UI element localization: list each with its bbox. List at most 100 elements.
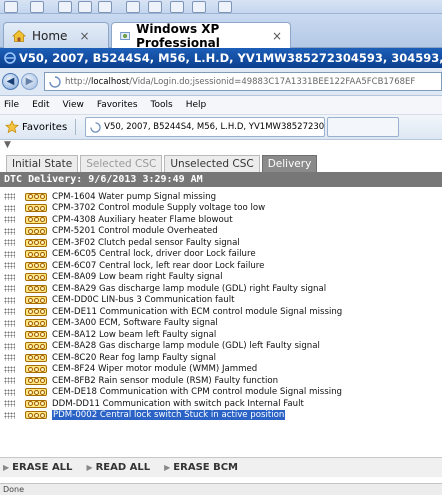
drag-handle-icon[interactable] bbox=[4, 411, 15, 419]
dtc-row[interactable]: CPM-1604 Water pump Signal missing bbox=[0, 191, 442, 203]
back-arrow-icon: ◀ bbox=[6, 76, 15, 87]
dtc-text: PDM-0002 Central lock switch Stuck in ac… bbox=[52, 410, 286, 421]
chevron-down-icon[interactable]: ▼ bbox=[4, 140, 11, 150]
web-page-icon bbox=[120, 31, 130, 40]
menu-view[interactable]: View bbox=[63, 100, 84, 110]
tab-selected-csc[interactable]: Selected CSC bbox=[80, 155, 163, 172]
toolbar-button[interactable] bbox=[30, 1, 44, 13]
dtc-text: CEM-8A29 Gas discharge lamp module (GDL)… bbox=[52, 283, 327, 294]
dtc-status-icon bbox=[25, 365, 47, 374]
arrow-right-icon: ▶ bbox=[86, 463, 93, 472]
dtc-status-icon bbox=[25, 342, 47, 351]
dtc-row[interactable]: CEM-8F24 Wiper motor module (WMM) Jammed bbox=[0, 364, 442, 376]
toolbar-button[interactable] bbox=[58, 1, 72, 13]
drag-handle-icon[interactable] bbox=[4, 204, 15, 212]
dtc-row[interactable]: CEM-DD0C LIN-bus 3 Communication fault bbox=[0, 295, 442, 307]
tab-home[interactable]: Home × bbox=[3, 22, 109, 48]
drag-handle-icon[interactable] bbox=[4, 377, 15, 385]
dtc-text: CPM-1604 Water pump Signal missing bbox=[52, 191, 217, 202]
dtc-text: CPM-4308 Auxiliary heater Flame blowout bbox=[52, 214, 233, 225]
tab-delivery[interactable]: Delivery bbox=[261, 155, 318, 172]
dtc-row[interactable]: CEM-8C20 Rear fog lamp Faulty signal bbox=[0, 352, 442, 364]
forward-button[interactable]: ▶ bbox=[21, 73, 38, 90]
tab-initial-state[interactable]: Initial State bbox=[6, 155, 79, 172]
dtc-row[interactable]: CEM-8A09 Low beam right Faulty signal bbox=[0, 272, 442, 284]
menu-file[interactable]: File bbox=[4, 100, 19, 110]
section-tabs: Initial State Selected CSC Unselected CS… bbox=[0, 155, 442, 172]
close-tab-icon[interactable]: × bbox=[272, 29, 282, 43]
url-path: /Vida/Login.do;jsessionid=49883C17A1331B… bbox=[129, 76, 416, 87]
toolbar-button[interactable] bbox=[4, 1, 18, 13]
read-all-button[interactable]: ▶ READ ALL bbox=[86, 462, 150, 473]
close-tab-icon[interactable]: × bbox=[79, 29, 89, 43]
drag-handle-icon[interactable] bbox=[4, 296, 15, 304]
address-bar: ◀ ▶ http://localhost/Vida/Login.do;jsess… bbox=[0, 68, 442, 96]
dtc-row[interactable]: CEM-DE18 Communication with CPM control … bbox=[0, 387, 442, 399]
drag-handle-icon[interactable] bbox=[4, 365, 15, 373]
forward-arrow-icon: ▶ bbox=[25, 76, 34, 87]
drag-handle-icon[interactable] bbox=[4, 400, 15, 408]
menu-edit[interactable]: Edit bbox=[32, 100, 49, 110]
erase-bcm-button[interactable]: ▶ ERASE BCM bbox=[164, 462, 238, 473]
drag-handle-icon[interactable] bbox=[4, 342, 15, 350]
toolbar-button[interactable] bbox=[78, 1, 92, 13]
favorites-tab-label: V50, 2007, B5244S4, M56, L.H.D, YV1MW385… bbox=[104, 122, 326, 132]
tab-unselected-csc[interactable]: Unselected CSC bbox=[164, 155, 260, 172]
menu-favorites[interactable]: Favorites bbox=[97, 100, 138, 110]
drag-handle-icon[interactable] bbox=[4, 285, 15, 293]
dtc-row[interactable]: CEM-8A28 Gas discharge lamp module (GDL)… bbox=[0, 341, 442, 353]
tab-vida[interactable]: Windows XP Professional × bbox=[111, 22, 291, 50]
dtc-row[interactable]: CPM-4308 Auxiliary heater Flame blowout bbox=[0, 214, 442, 226]
dtc-status-icon bbox=[25, 388, 47, 397]
dtc-row[interactable]: CEM-3F02 Clutch pedal sensor Faulty sign… bbox=[0, 237, 442, 249]
url-field[interactable]: http://localhost/Vida/Login.do;jsessioni… bbox=[44, 72, 442, 91]
drag-handle-icon[interactable] bbox=[4, 250, 15, 258]
page-loading-icon bbox=[49, 75, 61, 88]
drag-handle-icon[interactable] bbox=[4, 262, 15, 270]
dtc-row[interactable]: CEM-6C05 Central lock, driver door Lock … bbox=[0, 249, 442, 261]
drag-handle-icon[interactable] bbox=[4, 354, 15, 362]
dtc-row[interactable]: CEM-8FB2 Rain sensor module (RSM) Faulty… bbox=[0, 375, 442, 387]
dtc-row[interactable]: CEM-8A12 Low beam left Faulty signal bbox=[0, 329, 442, 341]
drag-handle-icon[interactable] bbox=[4, 273, 15, 281]
favorites-open-tab[interactable]: V50, 2007, B5244S4, M56, L.H.D, YV1MW385… bbox=[85, 117, 326, 137]
drag-handle-icon[interactable] bbox=[4, 331, 15, 339]
dtc-status-icon bbox=[25, 215, 47, 224]
drag-handle-icon[interactable] bbox=[4, 216, 15, 224]
dtc-status-icon bbox=[25, 227, 47, 236]
menu-help[interactable]: Help bbox=[186, 100, 207, 110]
menu-tools[interactable]: Tools bbox=[151, 100, 173, 110]
erase-all-button[interactable]: ▶ ERASE ALL bbox=[3, 462, 72, 473]
drag-handle-icon[interactable] bbox=[4, 239, 15, 247]
toolbar-button[interactable] bbox=[192, 1, 206, 13]
drag-handle-icon[interactable] bbox=[4, 388, 15, 396]
dtc-row[interactable]: CEM-6C07 Central lock, left rear door Lo… bbox=[0, 260, 442, 272]
favorites-button[interactable]: Favorites bbox=[0, 117, 72, 137]
toolbar-button[interactable] bbox=[98, 1, 112, 13]
dtc-row[interactable]: CEM-3A00 ECM, Software Faulty signal bbox=[0, 318, 442, 330]
favorites-bar: Favorites V50, 2007, B5244S4, M56, L.H.D… bbox=[0, 115, 442, 140]
drag-handle-icon[interactable] bbox=[4, 193, 15, 201]
drag-handle-icon[interactable] bbox=[4, 319, 15, 327]
dtc-row[interactable]: CPM-5201 Control module Overheated bbox=[0, 226, 442, 238]
toolbar-button[interactable] bbox=[148, 1, 162, 13]
dtc-text: CEM-8A12 Low beam left Faulty signal bbox=[52, 329, 217, 340]
toolbar-button[interactable] bbox=[126, 1, 140, 13]
dtc-text: CEM-8A09 Low beam right Faulty signal bbox=[52, 272, 223, 283]
new-tab-button[interactable] bbox=[327, 117, 400, 137]
ie-icon bbox=[4, 52, 16, 64]
dtc-row[interactable]: CEM-DE11 Communication with ECM control … bbox=[0, 306, 442, 318]
dtc-text: CEM-8F24 Wiper motor module (WMM) Jammed bbox=[52, 364, 258, 375]
dtc-status-icon bbox=[25, 307, 47, 316]
dtc-row[interactable]: PDM-0002 Central lock switch Stuck in ac… bbox=[0, 410, 442, 422]
drag-handle-icon[interactable] bbox=[4, 227, 15, 235]
back-button[interactable]: ◀ bbox=[2, 73, 19, 90]
toolbar-button[interactable] bbox=[218, 1, 232, 13]
toolbar-button[interactable] bbox=[170, 1, 184, 13]
dtc-row[interactable]: CPM-3702 Control module Supply voltage t… bbox=[0, 203, 442, 215]
dtc-row[interactable]: DDM-DD11 Communication with switch pack … bbox=[0, 398, 442, 410]
dtc-status-icon bbox=[25, 204, 47, 213]
tab-label: Home bbox=[32, 28, 68, 43]
drag-handle-icon[interactable] bbox=[4, 308, 15, 316]
dtc-row[interactable]: CEM-8A29 Gas discharge lamp module (GDL)… bbox=[0, 283, 442, 295]
